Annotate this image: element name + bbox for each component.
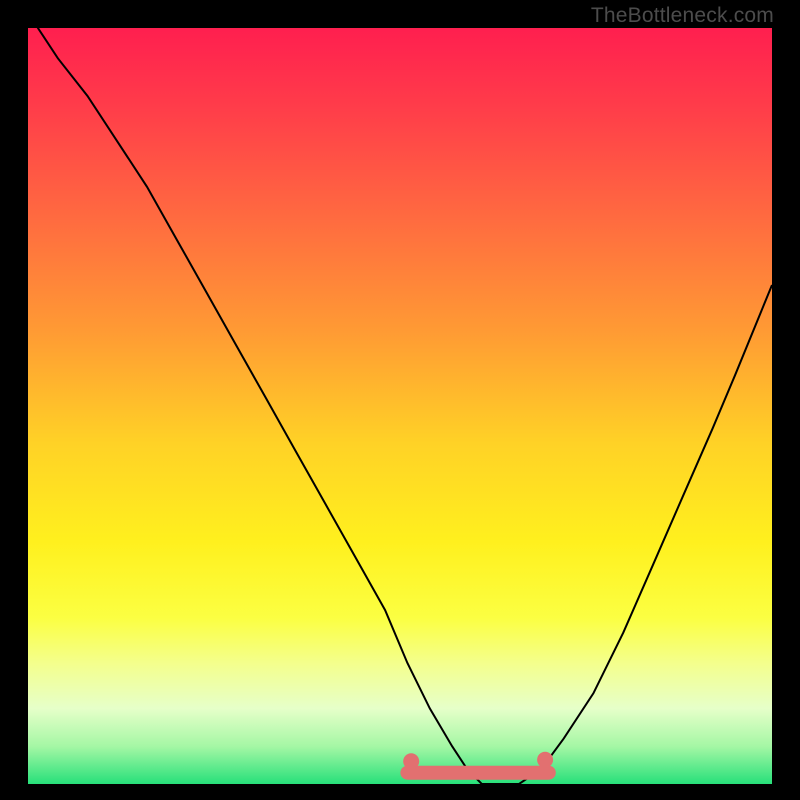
chart-frame: TheBottleneck.com [0, 0, 800, 800]
heat-gradient [28, 28, 772, 784]
plot-area [28, 28, 772, 784]
watermark-text: TheBottleneck.com [591, 4, 774, 28]
